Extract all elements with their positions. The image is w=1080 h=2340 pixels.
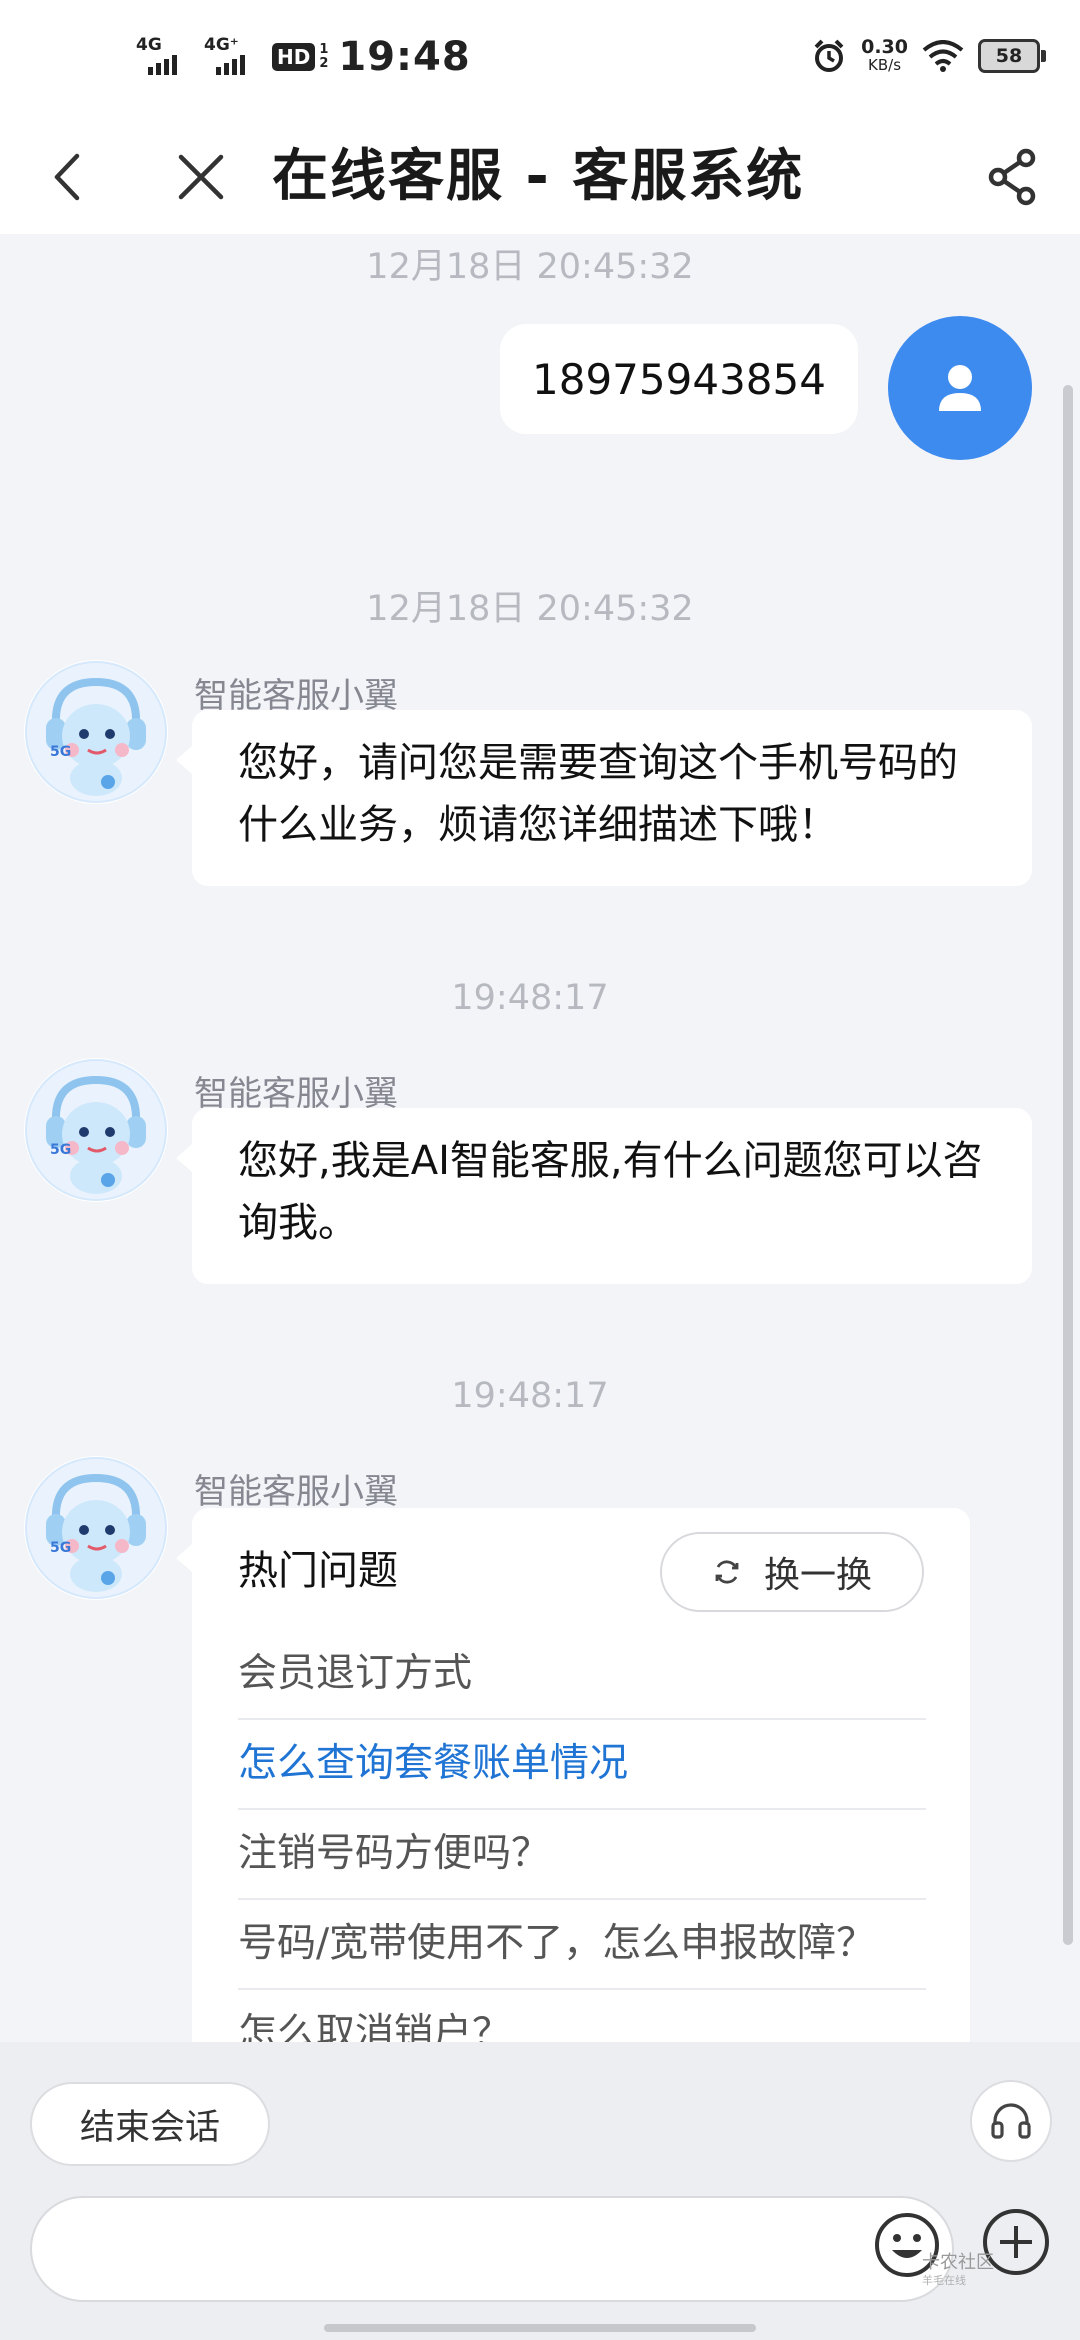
app-header: 在线客服 - 客服系统 xyxy=(0,120,1080,234)
network-type-1: 4G xyxy=(136,35,162,55)
network-type-2: 4G⁺ xyxy=(204,35,239,55)
status-left: 4G 4G⁺ HD 12 19:48 xyxy=(136,34,471,80)
page-title: 在线客服 - 客服系统 xyxy=(272,144,805,209)
robot-mascot-icon: 5G xyxy=(25,1457,167,1599)
bot-avatar[interactable]: 5G xyxy=(24,660,168,804)
scrollbar[interactable] xyxy=(1063,385,1073,1945)
person-icon xyxy=(939,365,981,411)
close-button[interactable] xyxy=(166,142,236,212)
hd-slot-indicator: 12 xyxy=(319,42,329,71)
battery-icon: 58 xyxy=(978,39,1046,73)
user-avatar[interactable] xyxy=(888,316,1032,460)
refresh-label: 换一换 xyxy=(763,1555,872,1596)
signal-icon: 4G xyxy=(136,35,190,77)
robot-mascot-icon: 5G xyxy=(25,1059,167,1201)
question-item[interactable]: 怎么取消销户？ xyxy=(238,1990,926,2042)
headset-icon xyxy=(991,2103,1031,2139)
svg-text:5G: 5G xyxy=(50,744,71,760)
bottom-bar: 结束会话 卡农社区 羊毛在线 xyxy=(0,2042,1080,2340)
question-item[interactable]: 会员退订方式 xyxy=(238,1630,926,1720)
chevron-left-icon xyxy=(54,153,80,201)
message-timestamp: 12月18日 20:45:32 xyxy=(366,589,694,629)
hd-voice-icon: HD xyxy=(272,43,316,71)
bot-name: 智能客服小翼 xyxy=(194,1472,398,1512)
home-indicator[interactable] xyxy=(324,2324,756,2332)
svg-text:5G: 5G xyxy=(50,1540,71,1556)
user-message-bubble[interactable]: 18975943854 xyxy=(500,324,858,434)
question-item[interactable]: 注销号码方便吗？ xyxy=(238,1810,926,1900)
scrollbar-thumb[interactable] xyxy=(1063,385,1073,1945)
network-speed: 0.30 KB/s xyxy=(861,36,908,75)
bot-avatar[interactable]: 5G xyxy=(24,1058,168,1202)
wifi-icon xyxy=(922,40,964,72)
back-button[interactable] xyxy=(32,142,102,212)
watermark: 卡农社区 羊毛在线 xyxy=(922,2252,994,2288)
chat-area[interactable]: 12月18日 20:45:32 18975943854 12月18日 20:45… xyxy=(0,234,1080,2042)
refresh-icon xyxy=(715,1560,739,1584)
status-bar: 4G 4G⁺ HD 12 19:48 0.30 KB/s 58 xyxy=(0,0,1080,120)
message-timestamp: 19:48:17 xyxy=(451,1376,609,1416)
status-time: 19:48 xyxy=(338,34,471,80)
bot-message-bubble[interactable]: 您好,我是AI智能客服,有什么问题您可以咨询我。 xyxy=(176,1108,1032,1284)
end-session-button[interactable]: 结束会话 xyxy=(30,2082,270,2166)
message-input[interactable] xyxy=(30,2196,954,2302)
hot-questions-title: 热门问题 xyxy=(238,1548,398,1594)
hot-questions-card: 热门问题 换一换 会员退订方式 怎么查询套餐账单情况 注销号码方便吗？ 号码/宽… xyxy=(176,1508,970,2042)
hot-questions-list: 会员退订方式 怎么查询套餐账单情况 注销号码方便吗？ 号码/宽带使用不了，怎么申… xyxy=(238,1630,926,2042)
refresh-button[interactable]: 换一换 xyxy=(660,1532,924,1612)
status-right: 0.30 KB/s 58 xyxy=(811,36,1046,75)
close-icon xyxy=(178,154,224,200)
message-timestamp: 19:48:17 xyxy=(451,978,609,1018)
signal-icon: 4G⁺ xyxy=(204,35,258,77)
human-agent-button[interactable] xyxy=(970,2080,1052,2162)
bot-message-bubble[interactable]: 您好，请问您是需要查询这个手机号码的什么业务，烦请您详细描述下哦！ xyxy=(176,710,1032,886)
share-button[interactable] xyxy=(978,142,1048,212)
svg-text:5G: 5G xyxy=(50,1142,71,1158)
bot-avatar[interactable]: 5G xyxy=(24,1456,168,1600)
share-icon xyxy=(988,148,1036,206)
alarm-icon xyxy=(814,39,844,72)
robot-mascot-icon: 5G xyxy=(25,661,167,803)
question-item[interactable]: 怎么查询套餐账单情况 xyxy=(238,1720,926,1810)
message-timestamp: 12月18日 20:45:32 xyxy=(366,247,694,287)
question-item[interactable]: 号码/宽带使用不了，怎么申报故障？ xyxy=(238,1900,926,1990)
